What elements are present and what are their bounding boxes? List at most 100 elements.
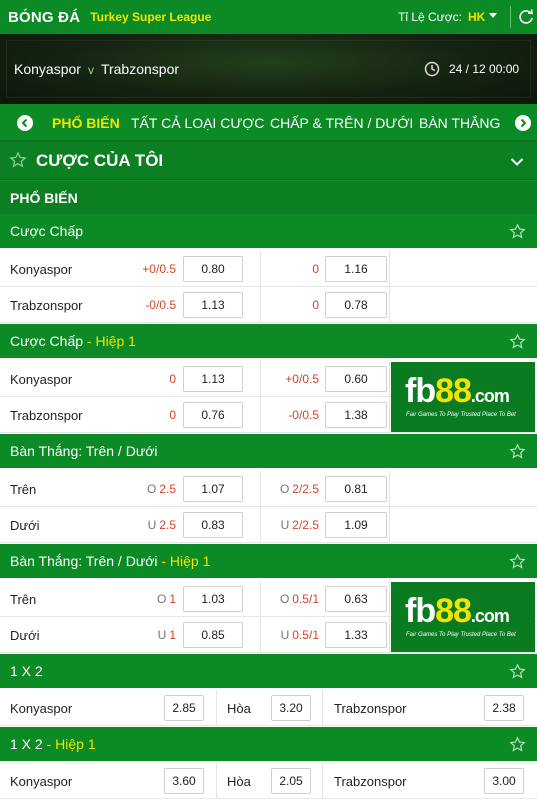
handicap-value: -0/0.5 (288, 408, 319, 422)
my-bets-title: CƯỢC CỦA TÔI (36, 151, 164, 170)
divider (260, 397, 261, 433)
half-label: - Hiệp 1 (42, 736, 96, 752)
odds-button[interactable]: 0.80 (183, 256, 243, 282)
tabs-prev-icon[interactable] (17, 115, 33, 131)
goal-line: 1 (169, 628, 176, 642)
banner-tagline: Fair Games To Play Trusted Place To Bet (406, 632, 516, 638)
fb88-ad-banner[interactable]: fb88.com Fair Games To Play Trusted Plac… (391, 362, 535, 432)
handicap-value: O 0.5/1 (266, 592, 319, 606)
1x2-h1-section-header[interactable]: 1 X 2 - Hiệp 1 (0, 727, 537, 761)
divider (260, 507, 261, 543)
divider (322, 690, 323, 726)
logo-com: .com (470, 606, 510, 626)
star-icon[interactable] (9, 151, 27, 172)
outcome-name: Dưới (10, 518, 40, 533)
odds-button[interactable]: 1.33 (325, 622, 387, 648)
handicap-value: 0 (312, 298, 319, 312)
over-under-section-header[interactable]: Bàn Thắng: Trên / Dưới (0, 434, 537, 468)
divider (389, 581, 390, 617)
star-icon[interactable] (509, 736, 526, 756)
divider (260, 251, 261, 287)
divider (260, 617, 261, 653)
over-prefix: O (279, 482, 290, 496)
handicap-value: +0/0.5 (285, 372, 319, 386)
star-icon[interactable] (509, 553, 526, 573)
outcome-name: Trên (10, 592, 37, 607)
away-team-name: Trabzonspor (334, 701, 407, 716)
divider (389, 617, 390, 653)
goal-line: 2/2.5 (292, 482, 319, 496)
under-prefix: U (280, 628, 290, 642)
divider (260, 581, 261, 617)
half-label: - Hiệp 1 (157, 553, 211, 569)
odds-button[interactable]: 3.20 (271, 695, 311, 721)
odds-button[interactable]: 1.38 (325, 402, 387, 428)
odds-format-value[interactable]: HK (468, 10, 485, 24)
goal-line: 1 (169, 592, 176, 606)
handicap-value: O 2.5 (128, 482, 176, 496)
refresh-icon[interactable] (517, 6, 535, 28)
goal-line: 2.5 (159, 518, 176, 532)
odds-button[interactable]: 1.07 (183, 476, 243, 502)
divider (510, 6, 511, 28)
handicap-h1-section-header[interactable]: Cược Chấp - Hiệp 1 (0, 324, 537, 358)
tab-all-bets[interactable]: TẤT CẢ LOẠI CƯỢC (131, 115, 264, 131)
table-row: Trabzonspor -0/0.5 1.13 0 0.78 (0, 287, 537, 323)
chevron-down-icon[interactable] (510, 155, 524, 170)
odds-button[interactable]: 0.78 (325, 292, 387, 318)
odds-button[interactable]: 0.60 (325, 366, 387, 392)
odds-button[interactable]: 1.13 (183, 366, 243, 392)
my-bets-header[interactable]: CƯỢC CỦA TÔI (0, 142, 537, 180)
fb88-ad-banner[interactable]: fb88.com Fair Games To Play Trusted Plac… (391, 582, 535, 652)
odds-button[interactable]: 2.38 (484, 695, 524, 721)
odds-button[interactable]: 3.00 (484, 768, 524, 794)
odds-button[interactable]: 3.60 (164, 768, 204, 794)
home-team-name: Konyaspor (10, 701, 73, 716)
1x2-section-header[interactable]: 1 X 2 (0, 654, 537, 688)
match-datetime: 24 / 12 00:00 (449, 62, 520, 76)
tab-goals[interactable]: BÀN THẮNG (419, 115, 500, 131)
divider (216, 763, 217, 799)
star-icon[interactable] (509, 663, 526, 683)
table-row: Konyaspor 2.85 Hòa 3.20 Trabzonspor 2.38 (0, 690, 537, 726)
odds-button[interactable]: 0.81 (325, 476, 387, 502)
odds-button[interactable]: 0.85 (183, 622, 243, 648)
handicap-value: O 2/2.5 (266, 482, 319, 496)
versus-label: v (87, 63, 94, 77)
odds-button[interactable]: 1.16 (325, 256, 387, 282)
away-team-name: Trabzonspor (334, 774, 407, 789)
tab-handicap-over-under[interactable]: CHẤP & TRÊN / DƯỚI (270, 115, 413, 131)
handicap-value: 0 (169, 408, 176, 422)
odds-button[interactable]: 1.09 (325, 512, 387, 538)
tab-popular[interactable]: PHỔ BIẾN (52, 115, 120, 131)
handicap-value: U 0.5/1 (266, 628, 319, 642)
over-under-h1-section-title: Bàn Thắng: Trên / Dưới (10, 553, 158, 569)
goal-line: 0.5/1 (292, 628, 319, 642)
league-name[interactable]: Turkey Super League (90, 10, 211, 24)
odds-button[interactable]: 0.83 (183, 512, 243, 538)
over-under-h1-section-header[interactable]: Bàn Thắng: Trên / Dưới - Hiệp 1 (0, 544, 537, 578)
team-name: Konyaspor (10, 372, 73, 387)
brand-title[interactable]: BÓNG ĐÁ (8, 9, 80, 26)
fb88-logo: fb88.com (405, 372, 510, 411)
divider (389, 507, 390, 543)
star-icon[interactable] (509, 443, 526, 463)
under-prefix: U (147, 518, 157, 532)
odds-button[interactable]: 0.76 (183, 402, 243, 428)
star-icon[interactable] (509, 333, 526, 353)
goal-line: 2/2.5 (292, 518, 319, 532)
odds-button[interactable]: 1.13 (183, 292, 243, 318)
tabs-next-icon[interactable] (515, 115, 531, 131)
odds-button[interactable]: 2.85 (164, 695, 204, 721)
odds-button[interactable]: 2.05 (271, 768, 311, 794)
odds-format-label: Tỉ Lệ Cược: (398, 10, 462, 24)
handicap-section-header[interactable]: Cược Chấp (0, 214, 537, 248)
star-icon[interactable] (509, 223, 526, 243)
top-bar: BÓNG ĐÁ Turkey Super League Tỉ Lệ Cược: … (0, 0, 537, 34)
odds-button[interactable]: 1.03 (183, 586, 243, 612)
odds-button[interactable]: 0.63 (325, 586, 387, 612)
clock-icon (424, 61, 440, 77)
odds-format-dropdown-icon[interactable] (489, 13, 497, 18)
handicap-value: U 2/2.5 (266, 518, 319, 532)
outcome-name: Dưới (10, 628, 40, 643)
